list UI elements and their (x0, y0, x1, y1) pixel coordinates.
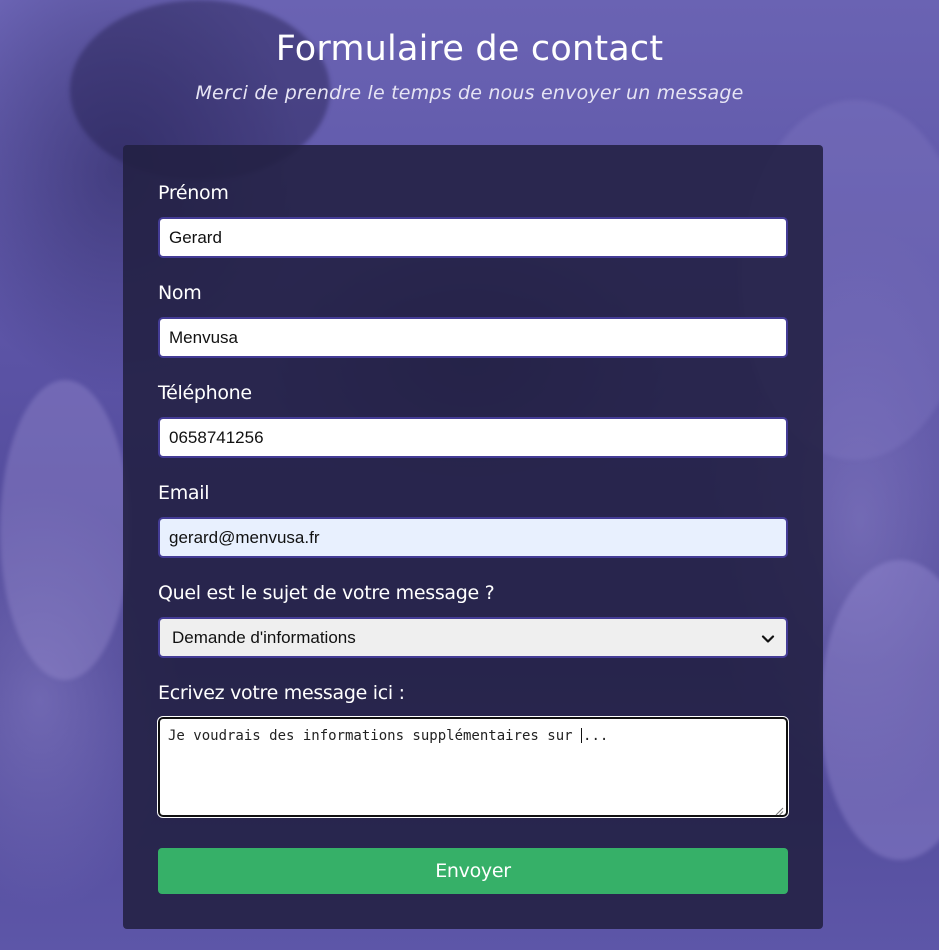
first-name-input[interactable]: Gerard (158, 217, 788, 258)
last-name-label: Nom (158, 282, 202, 304)
email-group: Email gerard@menvusa.fr (158, 481, 788, 558)
last-name-input[interactable]: Menvusa (158, 317, 788, 358)
subject-selected-value: Demande d'informations (172, 627, 356, 647)
page-subtitle: Merci de prendre le temps de nous envoye… (195, 82, 744, 104)
subject-group: Quel est le sujet de votre message ? Dem… (158, 581, 788, 658)
email-input[interactable]: gerard@menvusa.fr (158, 517, 788, 558)
email-label: Email (158, 482, 210, 504)
background-shape (0, 380, 130, 680)
text-caret (581, 728, 583, 743)
resize-grip-icon[interactable] (774, 803, 784, 816)
message-group: Ecrivez votre message ici : Je voudrais … (157, 681, 789, 818)
first-name-label: Prénom (158, 182, 229, 204)
email-value: gerard@menvusa.fr (169, 527, 320, 547)
message-text-before-caret: Je voudrais des informations supplémenta… (168, 728, 582, 744)
message-textarea[interactable]: Je voudrais des informations supplémenta… (157, 716, 789, 818)
submit-button[interactable]: Envoyer (158, 848, 788, 894)
subject-label: Quel est le sujet de votre message ? (158, 582, 495, 604)
first-name-value: Gerard (169, 227, 222, 247)
first-name-group: Prénom Gerard (158, 181, 788, 258)
contact-form: Prénom Gerard Nom Menvusa Téléphone 0658… (123, 145, 823, 929)
background-shape (820, 560, 939, 860)
phone-value: 0658741256 (169, 427, 264, 447)
message-text-after-caret: ... (583, 728, 609, 744)
last-name-group: Nom Menvusa (158, 281, 788, 358)
phone-group: Téléphone 0658741256 (158, 381, 788, 458)
page-title: Formulaire de contact (275, 29, 664, 69)
message-label: Ecrivez votre message ici : (158, 682, 405, 704)
phone-input[interactable]: 0658741256 (158, 417, 788, 458)
last-name-value: Menvusa (169, 327, 238, 347)
phone-label: Téléphone (158, 382, 252, 404)
chevron-down-icon (761, 631, 775, 645)
page-header: Formulaire de contact Merci de prendre l… (0, 24, 939, 104)
subject-select[interactable]: Demande d'informations (158, 617, 788, 658)
